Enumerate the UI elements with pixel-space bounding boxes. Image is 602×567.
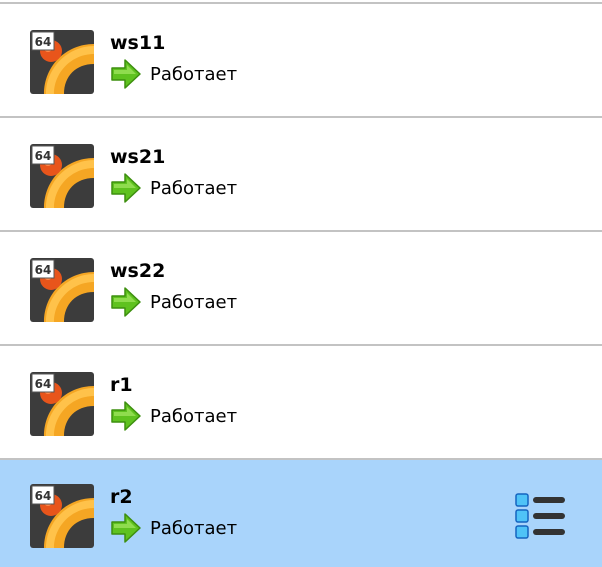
- running-arrow-icon: [110, 58, 142, 90]
- vm-state-label: Работает: [150, 178, 238, 199]
- ubuntu-64-icon: 64: [30, 144, 94, 208]
- arch-badge: 64: [35, 489, 52, 503]
- vm-name: ws21: [110, 146, 166, 168]
- running-arrow-icon: [110, 400, 142, 432]
- arch-badge: 64: [35, 263, 52, 277]
- vm-state-label: Работает: [150, 406, 238, 427]
- vm-name: r2: [110, 486, 133, 508]
- details-menu-button[interactable]: [514, 492, 566, 540]
- running-arrow-icon: [110, 512, 142, 544]
- arch-badge: 64: [35, 35, 52, 49]
- arch-badge: 64: [35, 149, 52, 163]
- vm-state-label: Работает: [150, 64, 238, 85]
- vm-item-r1[interactable]: 64 r1 Работает: [0, 346, 602, 458]
- ubuntu-64-icon: 64: [30, 30, 94, 94]
- vm-name: ws11: [110, 32, 166, 54]
- vm-item-r2[interactable]: 64 r2 Работает: [0, 460, 602, 567]
- arch-badge: 64: [35, 377, 52, 391]
- ubuntu-64-icon: 64: [30, 484, 94, 548]
- vm-item-ws11[interactable]: 64 ws11 Работает: [0, 4, 602, 116]
- details-menu-icon: [515, 493, 565, 539]
- vm-item-ws22[interactable]: 64 ws22 Работает: [0, 232, 602, 344]
- vm-state-label: Работает: [150, 292, 238, 313]
- vm-item-ws21[interactable]: 64 ws21 Работает: [0, 118, 602, 230]
- vm-list: 64 ws11 Работает 64 ws21 Работает 64 ws2…: [0, 0, 602, 567]
- running-arrow-icon: [110, 286, 142, 318]
- ubuntu-64-icon: 64: [30, 372, 94, 436]
- vm-state-label: Работает: [150, 518, 238, 539]
- ubuntu-64-icon: 64: [30, 258, 94, 322]
- running-arrow-icon: [110, 172, 142, 204]
- vm-name: ws22: [110, 260, 166, 282]
- vm-name: r1: [110, 374, 133, 396]
